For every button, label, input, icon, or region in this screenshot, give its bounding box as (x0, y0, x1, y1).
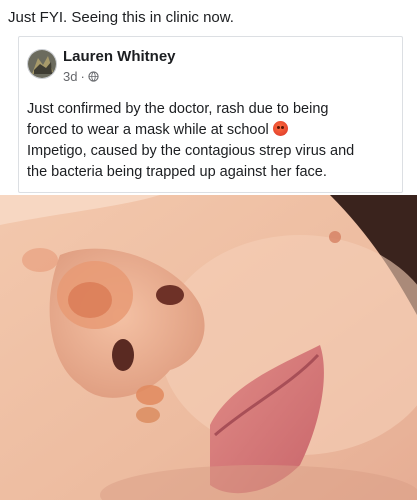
post-text-line: forced to wear a mask while at school (27, 120, 397, 141)
post-text-line: Impetigo, caused by the contagious strep… (27, 143, 355, 159)
post-text-line: the bacteria being trapped up against he… (27, 164, 327, 180)
post-meta: 3d · (63, 69, 99, 84)
angry-face-emoji-icon (272, 121, 288, 136)
avatar[interactable] (27, 49, 57, 79)
meta-separator: · (80, 69, 85, 84)
post-text: Just confirmed by the doctor, rash due t… (27, 99, 397, 183)
globe-icon (88, 71, 99, 82)
post-text-line: Just confirmed by the doctor, rash due t… (27, 101, 329, 117)
post-time[interactable]: 3d (63, 69, 77, 84)
shared-post-card[interactable]: Lauren Whitney 3d · Just confirmed by th… (18, 36, 403, 193)
post-author[interactable]: Lauren Whitney (63, 48, 176, 65)
face-rash-photo[interactable] (0, 195, 417, 500)
caption-text: Just FYI. Seeing this in clinic now. (8, 9, 234, 26)
